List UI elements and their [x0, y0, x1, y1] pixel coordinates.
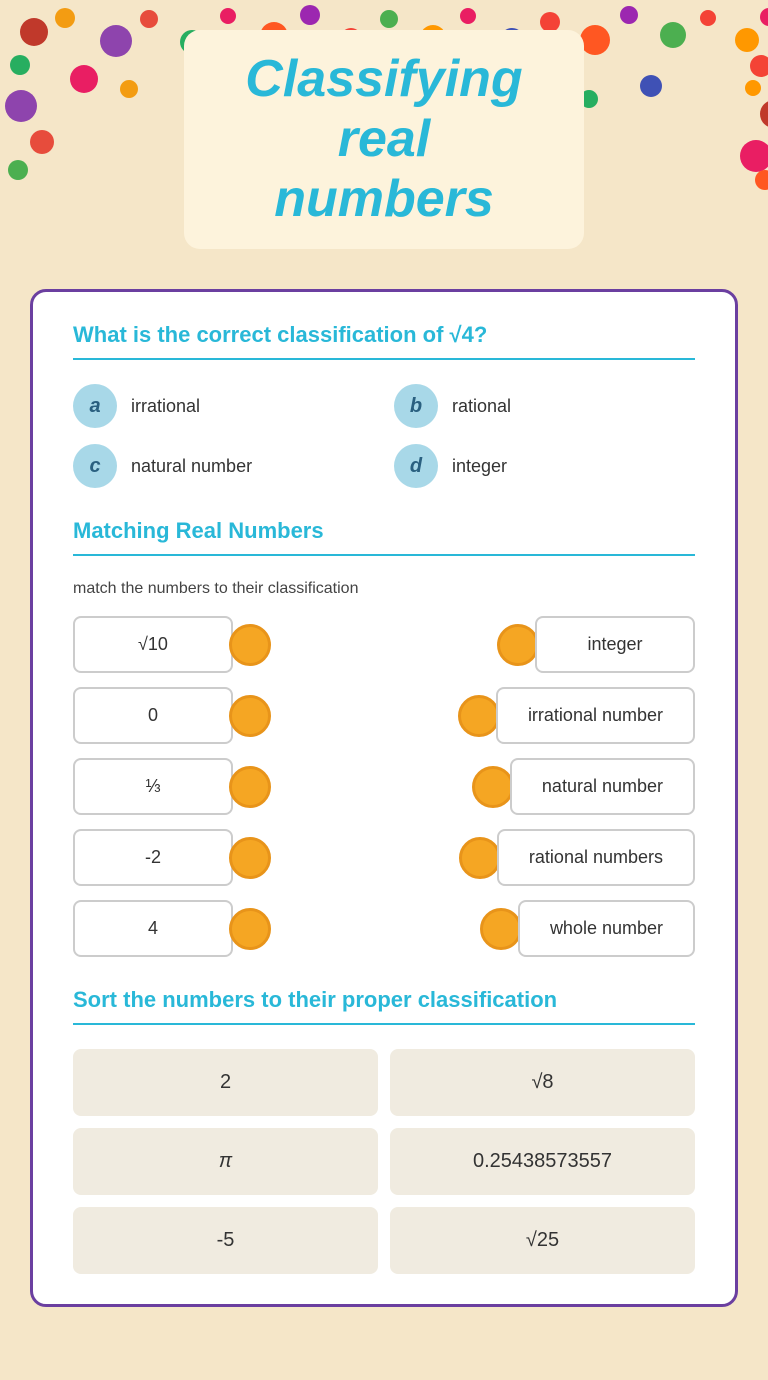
decorative-dot [660, 22, 686, 48]
decorative-dot [10, 55, 30, 75]
match-left-box-1[interactable]: 0 [73, 687, 233, 744]
sort-cell[interactable]: √25 [390, 1207, 695, 1274]
match-left-4: 4 [73, 900, 267, 957]
decorative-dot [55, 8, 75, 28]
decorative-dot [30, 130, 54, 154]
decorative-dot [760, 8, 768, 26]
option-label-c: natural number [131, 456, 252, 477]
option-badge-a: a [73, 384, 117, 428]
matching-description: match the numbers to their classificatio… [73, 580, 695, 598]
option-a[interactable]: a irrational [73, 384, 374, 428]
matching-section: Matching Real Numbers match the numbers … [73, 518, 695, 957]
sort-cell[interactable]: 2 [73, 1049, 378, 1116]
decorative-dot [700, 10, 716, 26]
match-right-box-3[interactable]: rational numbers [497, 829, 695, 886]
sort-cell[interactable]: 0.25438573557 [390, 1128, 695, 1195]
sort-cell[interactable]: π [73, 1128, 378, 1195]
match-right-4: whole number [484, 900, 695, 957]
match-row: 4 whole number [73, 900, 695, 957]
match-left-3: -2 [73, 829, 267, 886]
match-connector-left-3[interactable] [229, 837, 271, 879]
option-b[interactable]: b rational [394, 384, 695, 428]
match-connector-left-0[interactable] [229, 624, 271, 666]
option-label-a: irrational [131, 396, 200, 417]
options-grid: a irrational b rational c natural number… [73, 384, 695, 488]
question-title: What is the correct classification of √4… [73, 322, 695, 348]
match-right-3: rational numbers [463, 829, 695, 886]
match-connector-left-2[interactable] [229, 766, 271, 808]
match-left-box-0[interactable]: √10 [73, 616, 233, 673]
title-box: Classifying real numbers [184, 30, 584, 249]
match-right-0: integer [501, 616, 695, 673]
decorative-dot [760, 100, 768, 128]
option-badge-c: c [73, 444, 117, 488]
sort-cell[interactable]: √8 [390, 1049, 695, 1116]
match-right-box-1[interactable]: irrational number [496, 687, 695, 744]
match-left-2: ⅓ [73, 758, 267, 815]
page-title: Classifying real numbers [224, 50, 544, 229]
match-connector-right-2[interactable] [472, 766, 514, 808]
match-connector-right-1[interactable] [458, 695, 500, 737]
match-right-1: irrational number [462, 687, 695, 744]
decorative-dot [20, 18, 48, 46]
match-row: 0 irrational number [73, 687, 695, 744]
match-row: ⅓ natural number [73, 758, 695, 815]
match-connector-right-0[interactable] [497, 624, 539, 666]
option-label-b: rational [452, 396, 511, 417]
match-left-box-3[interactable]: -2 [73, 829, 233, 886]
option-d[interactable]: d integer [394, 444, 695, 488]
match-right-box-2[interactable]: natural number [510, 758, 695, 815]
option-label-d: integer [452, 456, 507, 477]
section-divider-2 [73, 554, 695, 556]
match-left-box-2[interactable]: ⅓ [73, 758, 233, 815]
decorative-dot [70, 65, 98, 93]
match-right-box-0[interactable]: integer [535, 616, 695, 673]
section-divider-1 [73, 358, 695, 360]
sort-section: Sort the numbers to their proper classif… [73, 987, 695, 1274]
decorative-dot [755, 170, 768, 190]
match-row: √10 integer [73, 616, 695, 673]
sort-title: Sort the numbers to their proper classif… [73, 987, 695, 1013]
match-right-box-4[interactable]: whole number [518, 900, 695, 957]
decorative-dot [8, 160, 28, 180]
match-connector-left-4[interactable] [229, 908, 271, 950]
classification-section: What is the correct classification of √4… [73, 322, 695, 488]
decorative-dot [740, 140, 768, 172]
option-c[interactable]: c natural number [73, 444, 374, 488]
sort-grid: 2√8π0.25438573557-5√25 [73, 1049, 695, 1274]
option-badge-b: b [394, 384, 438, 428]
match-connector-right-4[interactable] [480, 908, 522, 950]
match-right-2: natural number [476, 758, 695, 815]
option-badge-d: d [394, 444, 438, 488]
matching-title: Matching Real Numbers [73, 518, 695, 544]
match-left-1: 0 [73, 687, 267, 744]
match-left-box-4[interactable]: 4 [73, 900, 233, 957]
decorative-dot [750, 55, 768, 77]
sort-cell[interactable]: -5 [73, 1207, 378, 1274]
content-card: What is the correct classification of √4… [30, 289, 738, 1307]
match-left-0: √10 [73, 616, 267, 673]
matching-grid: √10 integer 0 irrational number ⅓ [73, 616, 695, 957]
match-row: -2 rational numbers [73, 829, 695, 886]
decorative-dot [745, 80, 761, 96]
match-connector-left-1[interactable] [229, 695, 271, 737]
decorative-dot [735, 28, 759, 52]
decorative-dot [5, 90, 37, 122]
match-connector-right-3[interactable] [459, 837, 501, 879]
section-divider-3 [73, 1023, 695, 1025]
